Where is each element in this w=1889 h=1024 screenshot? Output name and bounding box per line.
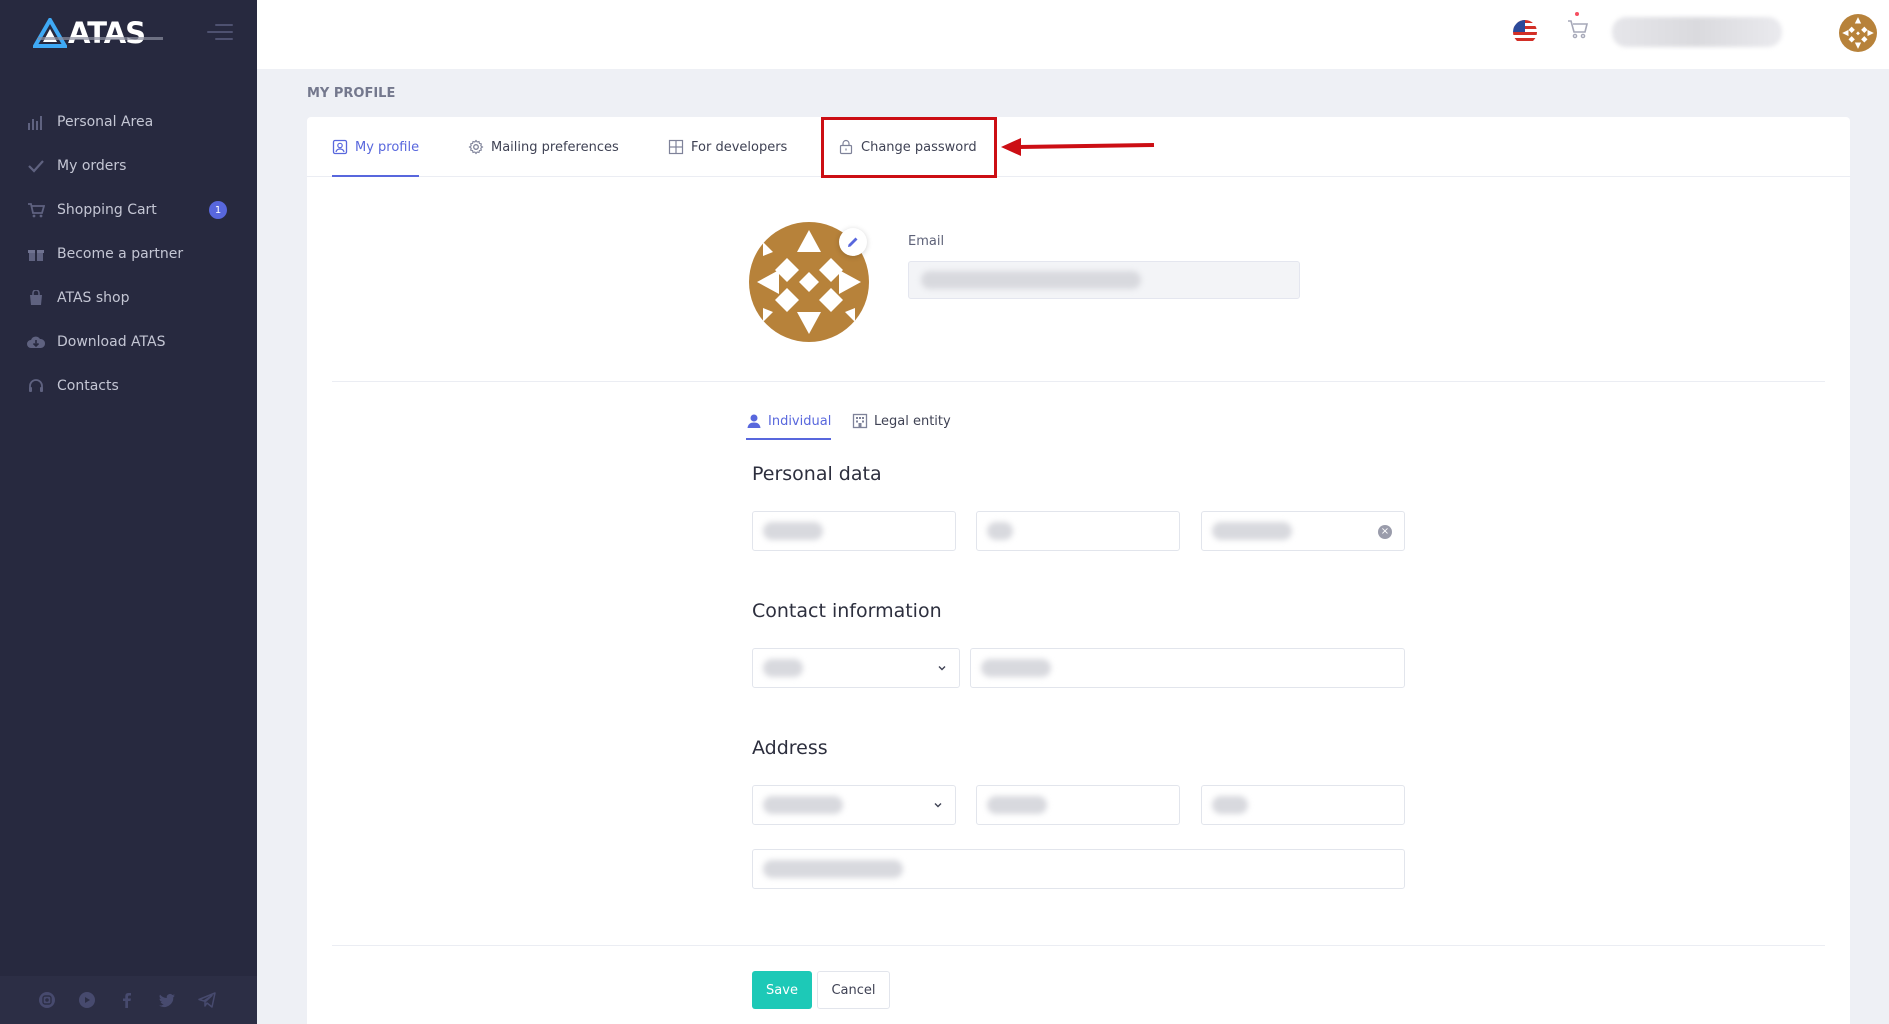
email-label: Email (908, 234, 945, 249)
subtab-individual[interactable]: Individual (746, 402, 832, 440)
first-name-value-redacted (763, 522, 823, 540)
annotation-highlight-box (821, 117, 997, 178)
sidebar-item-label: Download ATAS (57, 334, 166, 350)
sidebar: ATAS Personal Area My orders Shopping Ca… (0, 0, 257, 1024)
sidebar-item-shopping-cart[interactable]: Shopping Cart 1 (0, 188, 257, 232)
cloud-download-icon (26, 332, 46, 352)
subtab-label: Legal entity (874, 413, 951, 429)
gift-icon (26, 244, 46, 264)
sidebar-item-label: Become a partner (57, 246, 184, 262)
middle-name-field[interactable] (976, 511, 1180, 551)
user-icon (747, 414, 761, 428)
brand-name: ATAS (68, 16, 146, 50)
header-cart-icon[interactable] (1566, 17, 1590, 43)
cart-notification-dot (1575, 12, 1579, 16)
chart-bars-icon (26, 112, 46, 132)
cart-icon (26, 200, 46, 220)
contact-information-heading: Contact information (752, 600, 942, 622)
sidebar-nav: Personal Area My orders Shopping Cart 1 … (0, 100, 257, 408)
country-select[interactable] (752, 785, 956, 825)
country-code-value-redacted (763, 659, 803, 677)
country-value-redacted (763, 796, 843, 814)
bag-icon (26, 288, 46, 308)
sidebar-item-my-orders[interactable]: My orders (0, 144, 257, 188)
instagram-icon[interactable] (36, 989, 58, 1011)
personal-data-heading: Personal data (752, 463, 882, 485)
sidebar-item-label: Contacts (57, 378, 119, 394)
chevron-down-icon (938, 666, 946, 671)
sidebar-item-label: My orders (57, 158, 127, 174)
sidebar-item-contacts[interactable]: Contacts (0, 364, 257, 408)
sidebar-item-label: Shopping Cart (57, 202, 157, 218)
gear-icon (468, 139, 484, 155)
profile-icon (332, 139, 348, 155)
tab-my-profile[interactable]: My profile (332, 117, 420, 177)
email-field[interactable] (908, 261, 1300, 299)
phone-country-select[interactable] (752, 648, 960, 688)
city-value-redacted (987, 796, 1047, 814)
tab-label: Mailing preferences (491, 139, 619, 155)
last-name-value-redacted (1212, 522, 1292, 540)
phone-number-field[interactable] (970, 648, 1405, 688)
section-divider (332, 381, 1825, 382)
youtube-icon[interactable] (76, 989, 98, 1011)
tab-mailing-preferences[interactable]: Mailing preferences (468, 117, 619, 177)
cancel-button[interactable]: Cancel (817, 971, 890, 1009)
cart-count-badge: 1 (209, 201, 227, 219)
first-name-field[interactable] (752, 511, 956, 551)
building-icon (852, 413, 868, 429)
email-value-redacted (921, 271, 1141, 289)
telegram-icon[interactable] (196, 989, 218, 1011)
phone-value-redacted (981, 659, 1051, 677)
pencil-icon (848, 237, 858, 247)
twitter-icon[interactable] (156, 989, 178, 1011)
user-avatar[interactable] (1839, 14, 1877, 52)
us-flag-language-icon[interactable] (1513, 20, 1537, 44)
annotation-arrow-icon (1001, 138, 1155, 156)
social-links (0, 976, 257, 1024)
clear-field-icon[interactable]: × (1378, 525, 1392, 539)
headset-icon (26, 376, 46, 396)
page-title: MY PROFILE (307, 86, 396, 101)
subtab-legal-entity[interactable]: Legal entity (852, 402, 951, 440)
tab-label: For developers (691, 139, 788, 155)
logo-tagline (38, 37, 163, 40)
chevron-down-icon (934, 803, 942, 808)
menu-toggle-icon[interactable] (207, 24, 233, 44)
sidebar-item-download-atas[interactable]: Download ATAS (0, 320, 257, 364)
facebook-icon[interactable] (116, 989, 138, 1011)
zip-value-redacted (1212, 796, 1248, 814)
tab-for-developers[interactable]: For developers (668, 117, 787, 177)
city-field[interactable] (976, 785, 1180, 825)
atas-logo[interactable]: ATAS (33, 16, 146, 50)
top-header (257, 0, 1889, 69)
subtab-label: Individual (768, 413, 832, 429)
address-heading: Address (752, 737, 828, 759)
atas-logo-icon (33, 18, 67, 48)
last-name-field[interactable]: × (1201, 511, 1405, 551)
sidebar-item-become-partner[interactable]: Become a partner (0, 232, 257, 276)
zip-code-field[interactable] (1201, 785, 1405, 825)
middle-name-value-redacted (987, 522, 1013, 540)
user-name-redacted[interactable] (1612, 17, 1782, 47)
tab-label: My profile (355, 139, 420, 155)
sidebar-item-personal-area[interactable]: Personal Area (0, 100, 257, 144)
street-value-redacted (763, 860, 903, 878)
check-icon (26, 156, 46, 176)
sidebar-item-label: Personal Area (57, 114, 154, 130)
form-footer-divider (332, 945, 1825, 946)
edit-avatar-button[interactable] (839, 228, 867, 256)
sidebar-item-atas-shop[interactable]: ATAS shop (0, 276, 257, 320)
save-button[interactable]: Save (752, 971, 812, 1009)
street-address-field[interactable] (752, 849, 1405, 889)
sidebar-item-label: ATAS shop (57, 290, 130, 306)
grid-icon (668, 139, 684, 155)
